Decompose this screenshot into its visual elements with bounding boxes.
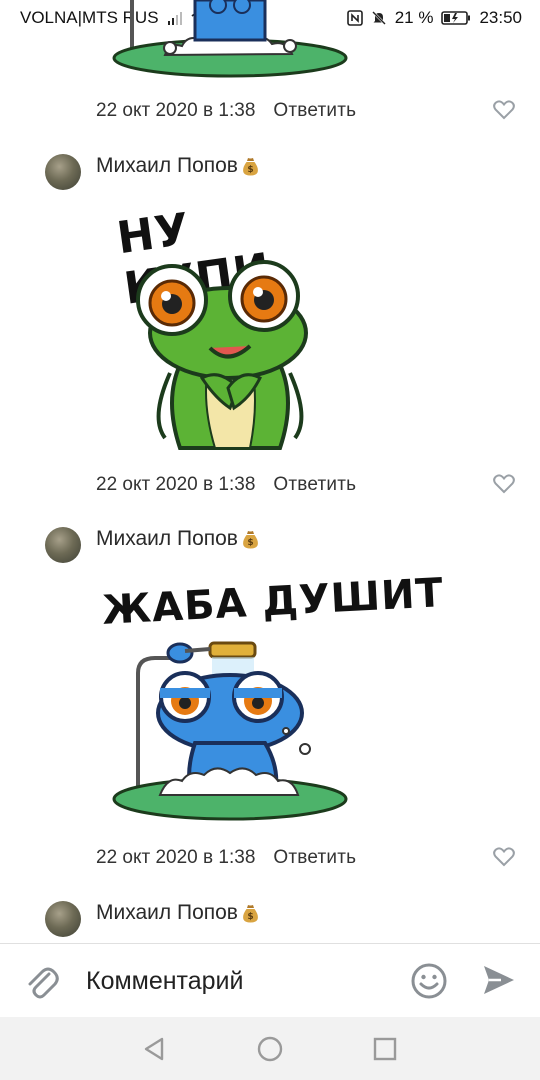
reply-button[interactable]: Ответить [273, 100, 356, 122]
system-nav-bar [0, 1017, 540, 1080]
author-name: Михаил Попов [96, 527, 238, 550]
home-icon[interactable] [255, 1034, 285, 1064]
svg-text:$: $ [247, 165, 253, 175]
green-frog-illustration [136, 260, 308, 450]
comment-input[interactable] [86, 962, 386, 1000]
svg-text:$: $ [247, 538, 253, 548]
comment-item: Михаил Попов $ ЖАБА ДУШИТ 22 окт 2020 в … [0, 523, 540, 893]
comment-date: 22 окт 2020 в 1:38 [96, 847, 256, 868]
paperclip-icon[interactable] [22, 962, 60, 1000]
comment-meta: 22 окт 2020 в 1:38 Ответить [96, 847, 356, 869]
back-icon[interactable] [140, 1034, 170, 1064]
comment-date: 22 окт 2020 в 1:38 [96, 474, 256, 495]
author-name: Михаил Попов [96, 901, 238, 924]
frog-shower-sticker [112, 0, 348, 78]
avatar[interactable] [45, 527, 81, 563]
reply-button[interactable]: Ответить [273, 474, 356, 496]
money-bag-icon: $ [243, 531, 258, 549]
blue-frog-shower-sticker: ЖАБА ДУШИТ [100, 561, 445, 831]
money-bag-icon: $ [243, 905, 258, 923]
comment-author[interactable]: Михаил Попов $ [96, 527, 259, 551]
reply-button[interactable]: Ответить [273, 847, 356, 869]
like-heart-icon[interactable] [493, 847, 515, 867]
comment-meta: 22 окт 2020 в 1:38 Ответить [96, 474, 356, 496]
smile-icon[interactable] [410, 962, 448, 1000]
comment-bar [0, 943, 540, 1017]
author-name: Михаил Попов [96, 154, 238, 177]
avatar[interactable] [45, 901, 81, 937]
comment-author[interactable]: Михаил Попов $ [96, 154, 259, 178]
comment-author[interactable]: Михаил Попов $ [96, 901, 259, 925]
like-heart-icon[interactable] [493, 100, 515, 120]
comment-item: Михаил Попов $ НУ КУПИ [0, 150, 540, 520]
recents-icon[interactable] [370, 1034, 400, 1064]
green-frog-please-sticker: НУ КУПИ [110, 188, 340, 458]
comment-meta: 22 окт 2020 в 1:38 Ответить [96, 100, 356, 122]
avatar[interactable] [45, 154, 81, 190]
send-icon[interactable] [481, 962, 517, 998]
comment-item: 22 окт 2020 в 1:38 Ответить [0, 0, 540, 140]
blue-frog-illustration [112, 641, 348, 821]
comment-item: Михаил Попов $ [0, 897, 540, 943]
svg-text:$: $ [247, 912, 253, 922]
comment-date: 22 окт 2020 в 1:38 [96, 100, 256, 121]
like-heart-icon[interactable] [493, 474, 515, 494]
money-bag-icon: $ [243, 158, 258, 176]
comments-feed[interactable]: 22 окт 2020 в 1:38 Ответить Михаил Попов… [0, 0, 540, 943]
